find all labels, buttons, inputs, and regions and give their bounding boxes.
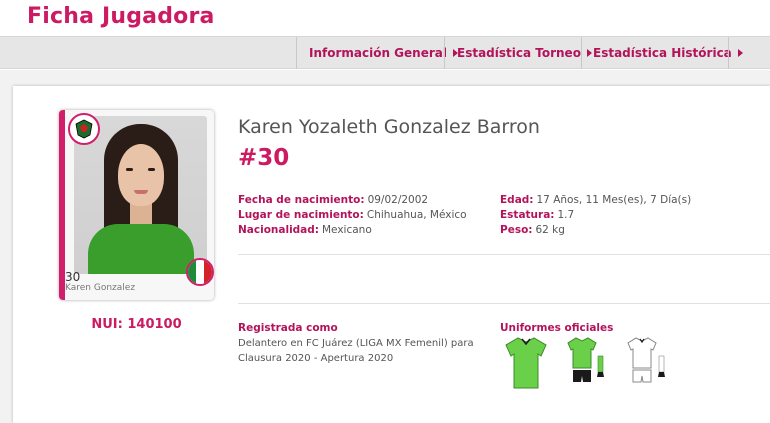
tab-label: Estadística Histórica (593, 46, 732, 60)
info-value: Chihuahua, México (366, 209, 467, 221)
tab-label: Información General (309, 46, 447, 60)
info-weight: Peso: 62 kg (500, 224, 565, 236)
info-label: Peso: (500, 224, 533, 236)
info-value: 1.7 (557, 209, 575, 221)
tab-informacion-general[interactable]: Información General (309, 37, 458, 69)
club-crest-icon (68, 113, 100, 145)
jersey-green-icon (505, 337, 547, 389)
uniform-white-kit-icon[interactable] (626, 336, 668, 396)
flag-stripe-green (188, 260, 196, 284)
tab-label: Estadística Torneo (457, 46, 581, 60)
info-label: Edad: (500, 194, 534, 206)
info-birthplace: Lugar de nacimiento: Chihuahua, México (238, 209, 467, 221)
photo-mouth (134, 190, 148, 194)
header: Ficha Jugadora (0, 0, 770, 36)
info-age: Edad: 17 Años, 11 Mes(es), 7 Día(s) (500, 194, 691, 206)
info-label: Nacionalidad: (238, 224, 319, 236)
kit-white-icon (627, 337, 665, 383)
tab-bar: Información General Estadística Torneo E… (0, 36, 770, 69)
registered-text: Delantero en FC Juárez (LIGA MX Femenil)… (238, 338, 474, 364)
info-value: 62 kg (535, 224, 565, 236)
tab-divider (296, 37, 297, 69)
photo-eye (148, 168, 155, 171)
info-value: 09/02/2002 (367, 194, 429, 206)
uniform-home-icon[interactable] (504, 336, 548, 390)
registered-title: Registrada como (238, 322, 338, 334)
tab-estadistica-historica[interactable]: Estadística Histórica (593, 37, 743, 69)
photo-shirt (88, 224, 194, 274)
caret-right-icon (586, 48, 592, 57)
uniforms-title: Uniformes oficiales (500, 322, 614, 334)
tab-divider (444, 37, 445, 69)
player-number: #30 (238, 145, 290, 171)
club-crest-graphic (75, 119, 93, 139)
photo-number: 30 (65, 270, 81, 284)
photo-eye (126, 168, 133, 171)
photo-name: Karen Gonzalez (65, 283, 136, 293)
flag-stripe-red (204, 260, 212, 284)
nui-label: NUI: 140100 (91, 317, 182, 332)
info-birthdate: Fecha de nacimiento: 09/02/2002 (238, 194, 428, 206)
tab-divider (728, 37, 729, 69)
flag-stripe-white (196, 260, 204, 284)
player-photo-card: 30 Karen Gonzalez (59, 110, 214, 300)
tab-estadistica-torneo[interactable]: Estadística Torneo (457, 37, 592, 69)
photo-face (118, 144, 164, 206)
player-name: Karen Yozaleth Gonzalez Barron (238, 116, 540, 138)
info-height: Estatura: 1.7 (500, 209, 574, 221)
info-value: Mexicano (322, 224, 372, 236)
caret-right-icon (737, 48, 743, 57)
info-label: Fecha de nacimiento: (238, 194, 365, 206)
divider (238, 303, 770, 304)
info-label: Lugar de nacimiento: (238, 209, 364, 221)
divider (238, 254, 770, 255)
uniform-green-kit-icon[interactable] (566, 336, 606, 396)
tab-divider (581, 37, 582, 69)
page-title: Ficha Jugadora (27, 4, 215, 29)
mexico-flag-icon (186, 258, 214, 286)
kit-green-icon (567, 337, 604, 382)
info-nationality: Nacionalidad: Mexicano (238, 224, 372, 236)
info-label: Estatura: (500, 209, 555, 221)
info-value: 17 Años, 11 Mes(es), 7 Día(s) (536, 194, 692, 206)
